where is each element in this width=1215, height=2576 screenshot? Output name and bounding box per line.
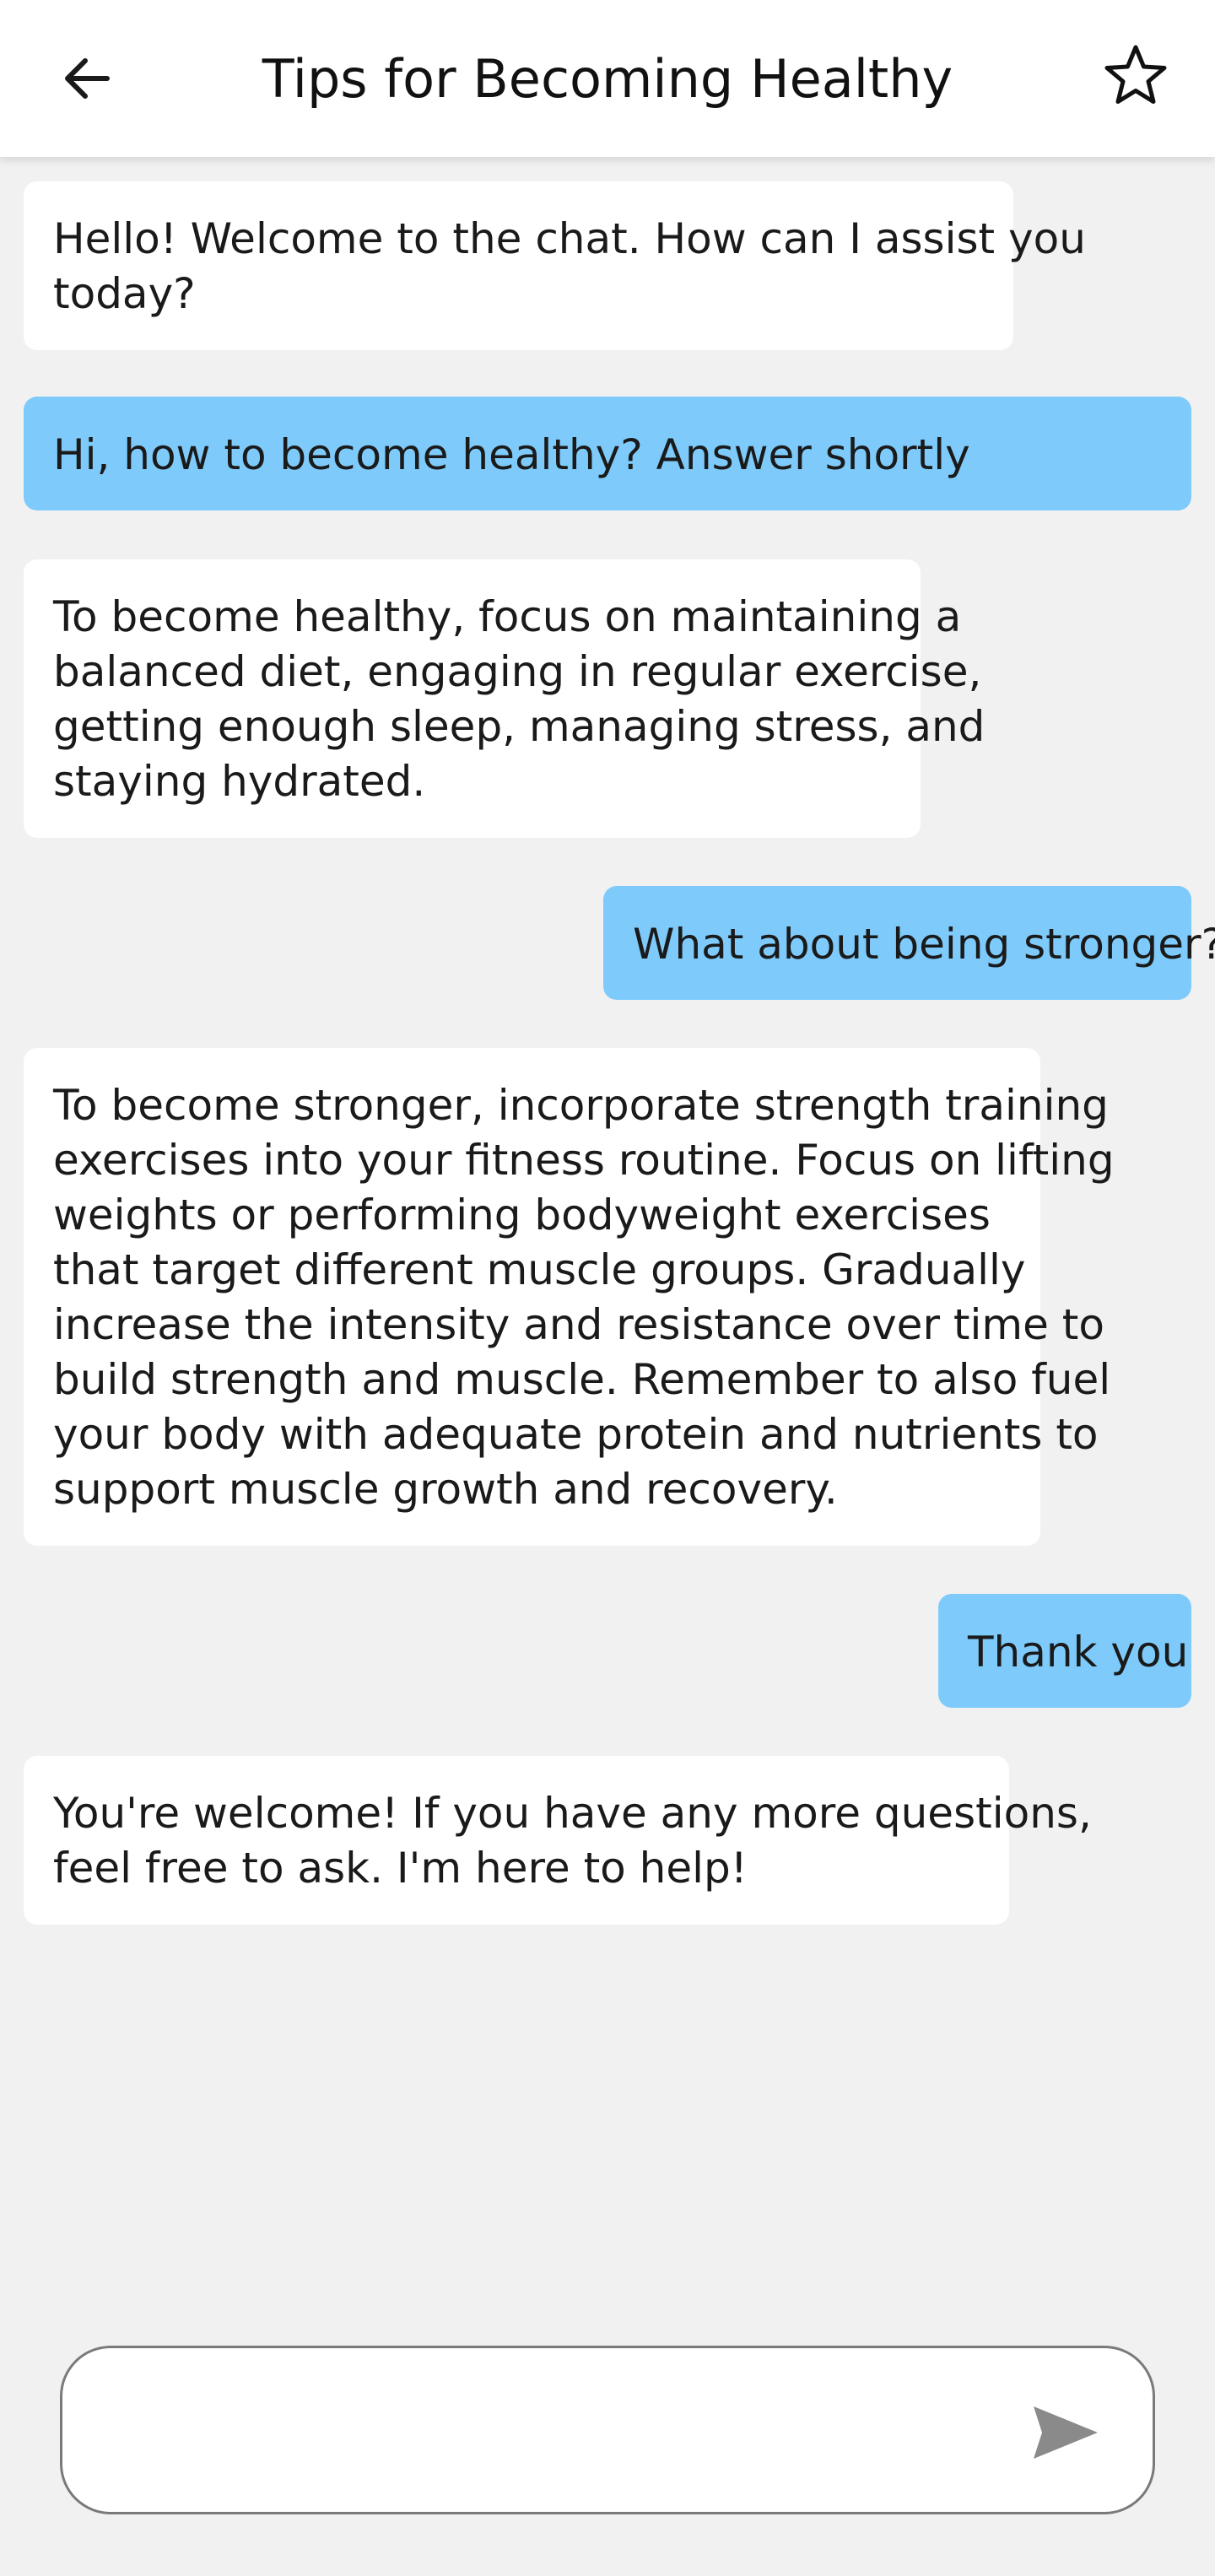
user-message: Thank you	[938, 1594, 1191, 1708]
message-line: build strength and muscle. Remember to a…	[53, 1355, 1111, 1404]
message-line: staying hydrated.	[53, 757, 426, 806]
message-line: exercises into your fitness routine. Foc…	[53, 1136, 1115, 1185]
favorite-button[interactable]	[1094, 34, 1178, 118]
message-line: What about being stronger?	[633, 920, 1215, 969]
bot-message: You're welcome! If you have any more que…	[24, 1756, 1092, 1925]
message-list[interactable]: Hello! Welcome to the chat. How can I as…	[0, 157, 1215, 2317]
message-line: today?	[53, 269, 196, 318]
bot-message: Hello! Welcome to the chat. How can I as…	[24, 181, 1086, 350]
send-button[interactable]	[1028, 2399, 1104, 2466]
page-title: Tips for Becoming Healthy	[262, 47, 953, 110]
message-composer	[0, 2317, 1215, 2576]
send-icon	[1034, 2406, 1098, 2459]
message-line: To become stronger, incorporate strength…	[53, 1081, 1109, 1130]
back-button[interactable]	[46, 38, 127, 119]
message-line: support muscle growth and recovery.	[53, 1465, 838, 1514]
message-input-box[interactable]	[60, 2346, 1155, 2514]
bot-message: To become healthy, focus on maintaining …	[24, 559, 986, 838]
star-outline-icon	[1104, 45, 1167, 104]
arrow-left-icon	[65, 58, 110, 99]
message-line: To become healthy, focus on maintaining …	[53, 592, 962, 641]
bot-message: To become stronger, incorporate strength…	[24, 1048, 1115, 1546]
message-line: Hi, how to become healthy? Answer shortl…	[53, 430, 970, 479]
message-line: Hello! Welcome to the chat. How can I as…	[53, 214, 1086, 263]
user-message: What about being stronger?	[603, 886, 1215, 1000]
message-line: increase the intensity and resistance ov…	[53, 1300, 1104, 1349]
message-line: Thank you	[968, 1628, 1189, 1677]
message-line: getting enough sleep, managing stress, a…	[53, 702, 986, 751]
message-line: your body with adequate protein and nutr…	[53, 1410, 1099, 1459]
message-line: balanced diet, engaging in regular exerc…	[53, 647, 982, 696]
message-line: feel free to ask. I'm here to help!	[53, 1844, 748, 1893]
user-message: Hi, how to become healthy? Answer shortl…	[24, 397, 1191, 510]
message-input[interactable]	[105, 2390, 1002, 2476]
message-line: that target different muscle groups. Gra…	[53, 1245, 1026, 1294]
message-line: weights or performing bodyweight exercis…	[53, 1191, 991, 1239]
message-line: You're welcome! If you have any more que…	[53, 1789, 1092, 1838]
top-app-bar: Tips for Becoming Healthy	[0, 0, 1215, 157]
